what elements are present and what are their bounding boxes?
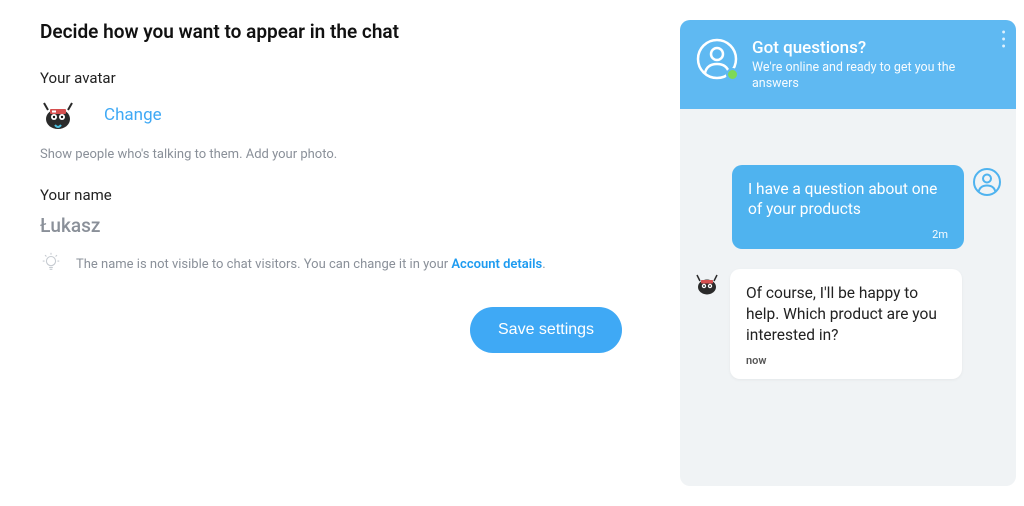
avatar-section: Your avatar Change Show people who's t [40, 69, 632, 162]
avatar-image [40, 97, 76, 133]
chat-window: Got questions? We're online and ready to… [680, 20, 1016, 486]
lightbulb-icon [40, 251, 62, 277]
visitor-message-time: 2m [748, 228, 948, 243]
avatar-row: Change [40, 97, 632, 133]
settings-panel: Decide how you want to appear in the cha… [0, 0, 672, 506]
chat-header: Got questions? We're online and ready to… [680, 20, 1016, 109]
avatar-label: Your avatar [40, 69, 632, 87]
agent-message-row: Of course, I'll be happy to help. Which … [694, 269, 1002, 379]
chat-menu-icon[interactable]: ••• [1001, 30, 1006, 51]
agent-avatar-small [694, 271, 720, 297]
chat-header-subtitle: We're online and ready to get you the an… [752, 60, 1000, 93]
page-title: Decide how you want to appear in the cha… [40, 20, 632, 43]
visitor-message-text: I have a question about one of your prod… [748, 179, 948, 221]
agent-message-time: now [746, 354, 946, 369]
visitor-message-bubble: I have a question about one of your prod… [732, 165, 964, 250]
change-avatar-link[interactable]: Change [104, 105, 162, 125]
name-section: Your name Łukasz The name is not visible… [40, 186, 632, 277]
account-details-link[interactable]: Account details [451, 257, 542, 272]
chat-preview: Got questions? We're online and ready to… [680, 20, 1016, 486]
name-value: Łukasz [40, 214, 632, 237]
agent-message-text: Of course, I'll be happy to help. Which … [746, 283, 946, 346]
visitor-avatar-icon [972, 167, 1002, 201]
agent-message-bubble: Of course, I'll be happy to help. Which … [730, 269, 962, 379]
visitor-message-row: I have a question about one of your prod… [694, 165, 1002, 250]
name-hint-text: The name is not visible to chat visitors… [76, 257, 546, 272]
chat-body: I have a question about one of your prod… [680, 109, 1016, 487]
header-avatar [696, 38, 738, 80]
online-status-dot [726, 68, 739, 81]
name-label: Your name [40, 186, 632, 204]
header-text: Got questions? We're online and ready to… [752, 38, 1000, 93]
name-hint-prefix: The name is not visible to chat visitors… [76, 257, 451, 272]
name-hint-suffix: . [542, 257, 545, 272]
avatar-hint: Show people who's talking to them. Add y… [40, 147, 632, 162]
name-hint-row: The name is not visible to chat visitors… [40, 251, 632, 277]
save-settings-button[interactable]: Save settings [470, 307, 622, 353]
chat-header-title: Got questions? [752, 38, 1000, 58]
